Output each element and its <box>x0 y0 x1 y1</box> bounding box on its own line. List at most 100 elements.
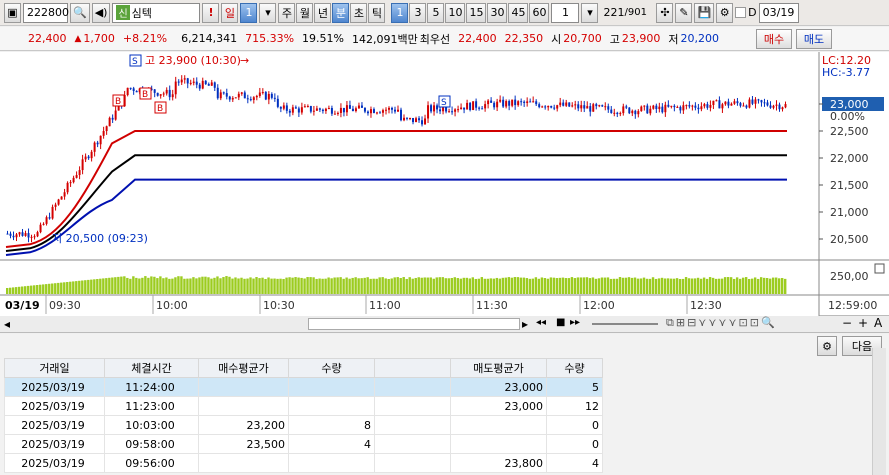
minute-tab-15[interactable]: 15 <box>466 2 487 23</box>
zoom-in-button[interactable]: + <box>858 316 868 330</box>
minute-tab-30[interactable]: 30 <box>487 2 508 23</box>
column-header-4[interactable] <box>374 358 451 378</box>
candle-body <box>6 233 9 235</box>
candle-body <box>514 99 517 106</box>
buy-button[interactable]: 매수 <box>756 29 792 49</box>
scroll-left-button[interactable]: ◂ <box>4 317 10 331</box>
period-tab-4[interactable]: 초 <box>350 2 368 23</box>
table-row[interactable]: 2025/03/19 09:58:00 23,500 4 0 <box>4 434 603 454</box>
alert-button[interactable]: ! <box>202 2 220 23</box>
volume-bar <box>702 277 706 294</box>
count-value: 1 <box>561 6 569 19</box>
period-tab-2[interactable]: 년 <box>314 2 332 23</box>
zoom-out-button[interactable]: − <box>842 316 852 330</box>
chart-scrollbar[interactable]: ◂ ▸ ◂◂ ■ ▸▸ ⧉⊞⊟⋎⋎⋎⋎⊡⊡🔍 − + A <box>0 316 889 333</box>
volume-bar <box>279 278 282 294</box>
table-row[interactable]: 2025/03/19 10:03:00 23,200 8 0 <box>4 415 603 435</box>
volume-bar <box>330 278 333 294</box>
stock-name-field[interactable]: 신 심텍 <box>112 2 201 23</box>
crosshair-icon[interactable]: ✣ <box>656 2 674 23</box>
price-change: 1,700 <box>83 32 115 45</box>
candle-body <box>559 102 562 106</box>
next-icon[interactable]: ▸▸ <box>570 317 580 328</box>
volume-bar <box>153 276 156 294</box>
price-tick-label: 22,500 <box>830 125 869 138</box>
period-tabs: 주월년분초틱 <box>278 2 386 23</box>
stop-icon[interactable]: ■ <box>556 317 565 328</box>
volume-bar <box>522 277 526 294</box>
draw-tool-icon[interactable]: ✎ <box>675 2 693 23</box>
table-row[interactable]: 2025/03/19 09:56:00 23,800 4 <box>4 453 603 473</box>
scroll-right-button[interactable]: ▸ <box>522 317 528 331</box>
candle-body <box>640 106 643 112</box>
column-header-5[interactable]: 매도평균가 <box>450 358 547 378</box>
zoom-slider[interactable] <box>592 323 658 325</box>
grid-settings-icon[interactable]: ⚙ <box>817 336 837 356</box>
candle-body <box>12 235 15 238</box>
minute-tab-60[interactable]: 60 <box>529 2 550 23</box>
volume-bar <box>357 278 360 294</box>
speaker-icon[interactable]: ◀) <box>91 2 111 23</box>
column-header-3[interactable]: 수량 <box>288 358 375 378</box>
volume-bar <box>480 277 484 294</box>
candle-body <box>372 109 375 113</box>
period-tab-3[interactable]: 분 <box>332 2 350 23</box>
period-dropdown-icon[interactable]: ▾ <box>259 2 277 23</box>
minute-tab-5[interactable]: 5 <box>427 2 445 23</box>
candle-body <box>592 104 595 112</box>
price-tick-label: 21,500 <box>830 179 869 192</box>
volume-bar <box>432 278 435 294</box>
column-header-1[interactable]: 체결시간 <box>104 358 199 378</box>
minute-tab-3[interactable]: 3 <box>409 2 427 23</box>
volume-bar <box>276 278 279 294</box>
table-cell: 10:03:00 <box>104 415 199 435</box>
period-day-button[interactable]: 일 <box>221 2 239 23</box>
count-dropdown-icon[interactable]: ▾ <box>581 2 599 23</box>
change-rate: +8.21% <box>122 32 168 45</box>
candle-body <box>297 108 300 113</box>
volume-bar <box>492 278 496 294</box>
date-input[interactable]: 03/19 <box>758 2 799 23</box>
volume-bar <box>771 277 775 294</box>
search-icon[interactable]: 🔍 <box>70 2 90 23</box>
volume-bar <box>21 286 24 294</box>
period-tab-5[interactable]: 틱 <box>368 2 386 23</box>
window-icon[interactable]: ▣ <box>4 2 21 23</box>
stock-code-value: 222800 <box>27 6 69 19</box>
period-tab-1[interactable]: 월 <box>296 2 314 23</box>
minute-tab-1[interactable]: 1 <box>391 2 409 23</box>
candle-body <box>207 84 210 86</box>
save-icon[interactable]: 💾 <box>694 2 715 23</box>
price-chart[interactable]: 23,00022,50022,00021,50021,00020,5000.00… <box>0 52 889 316</box>
column-header-0[interactable]: 거래일 <box>4 358 105 378</box>
candle-body <box>258 92 261 96</box>
volume-bar <box>381 277 384 294</box>
count-input[interactable]: 1 <box>551 2 580 23</box>
date-checkbox[interactable] <box>735 7 747 18</box>
font-size-button[interactable]: A <box>874 316 882 330</box>
minute-tab-45[interactable]: 45 <box>508 2 529 23</box>
sell-button[interactable]: 매도 <box>796 29 832 49</box>
candle-body <box>448 111 451 113</box>
table-row[interactable]: 2025/03/19 11:23:00 23,000 12 <box>4 396 603 416</box>
volume-collapse-icon[interactable] <box>874 263 885 274</box>
tool-icons[interactable]: ⧉⊞⊟⋎⋎⋎⋎⊡⊡🔍 <box>666 316 777 330</box>
period-num-button[interactable]: 1 <box>240 2 258 23</box>
candle-body <box>676 106 679 108</box>
table-row[interactable]: 2025/03/19 11:24:00 23,000 5 <box>4 377 603 397</box>
volume-bar <box>774 277 778 294</box>
table-cell: 11:24:00 <box>104 377 199 397</box>
scroll-thumb[interactable] <box>308 318 520 330</box>
chart-panel[interactable]: 23,000 22,500 22,000 21,500 21,000 20,500 0.00… <box>0 52 889 316</box>
candle-body <box>375 112 378 114</box>
volume-bar <box>408 277 411 294</box>
prev-icon[interactable]: ◂◂ <box>536 317 546 328</box>
column-header-2[interactable]: 매수평균가 <box>198 358 289 378</box>
vertical-scrollbar[interactable] <box>872 348 886 475</box>
column-header-6[interactable]: 수량 <box>546 358 603 378</box>
settings-icon[interactable]: ⚙ <box>716 2 734 23</box>
period-tab-0[interactable]: 주 <box>278 2 296 23</box>
stock-code-input[interactable]: 222800 <box>23 2 69 23</box>
minute-tab-10[interactable]: 10 <box>445 2 466 23</box>
candle-body <box>715 100 718 102</box>
